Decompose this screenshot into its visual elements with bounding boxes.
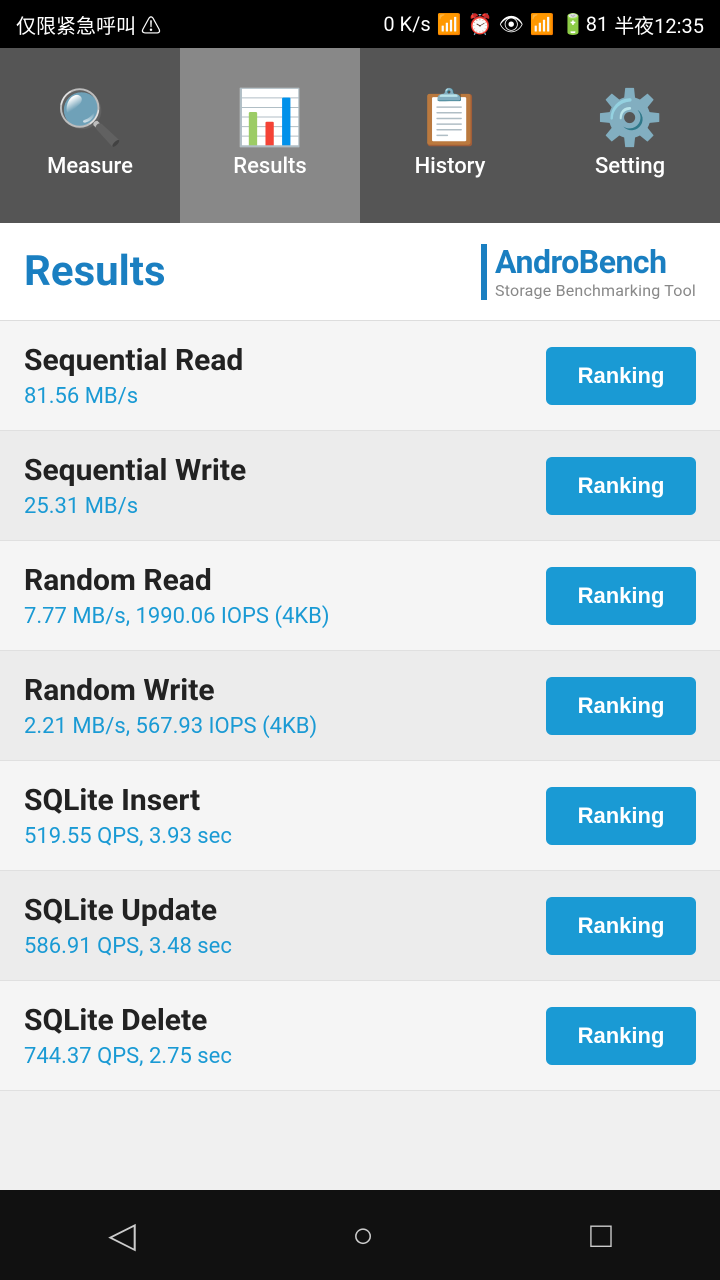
tab-measure[interactable]: 🔍 Measure [0, 48, 180, 223]
bench-info: SQLite Delete 744.37 QPS, 2.75 sec [24, 1003, 232, 1069]
bench-value: 744.37 QPS, 2.75 sec [24, 1044, 232, 1069]
brand-area: AndroBench Storage Benchmarking Tool [481, 243, 696, 300]
wifi-icon: 📶 [530, 12, 555, 36]
signal-icon: 📶 [437, 12, 462, 36]
bench-name: Random Read [24, 563, 330, 598]
results-icon: 📊 [236, 92, 303, 146]
content-area: Results AndroBench Storage Benchmarking … [0, 223, 720, 1190]
bench-value: 81.56 MB/s [24, 384, 243, 409]
ranking-button[interactable]: Ranking [546, 897, 696, 955]
table-row: SQLite Update 586.91 QPS, 3.48 sec Ranki… [0, 871, 720, 981]
bench-name: SQLite Insert [24, 783, 232, 818]
bench-name: SQLite Update [24, 893, 232, 928]
status-left: 仅限紧急呼叫 ⚠ [16, 10, 161, 39]
ranking-button[interactable]: Ranking [546, 1007, 696, 1065]
results-title: Results [24, 247, 166, 296]
table-row: Random Read 7.77 MB/s, 1990.06 IOPS (4KB… [0, 541, 720, 651]
ranking-button[interactable]: Ranking [546, 787, 696, 845]
ranking-button[interactable]: Ranking [546, 347, 696, 405]
brand-bench: Bench [579, 243, 667, 281]
brand-andro: Andro [495, 243, 579, 281]
table-row: Sequential Write 25.31 MB/s Ranking [0, 431, 720, 541]
battery-icon: 🔋81 [561, 12, 608, 36]
brand-accent-bar [481, 244, 487, 300]
table-row: SQLite Insert 519.55 QPS, 3.93 sec Ranki… [0, 761, 720, 871]
bench-value: 7.77 MB/s, 1990.06 IOPS (4KB) [24, 604, 330, 629]
tab-setting-label: Setting [595, 154, 665, 179]
ranking-button[interactable]: Ranking [546, 677, 696, 735]
results-header: Results AndroBench Storage Benchmarking … [0, 223, 720, 321]
eye-icon: 👁 [499, 12, 524, 36]
bench-value: 2.21 MB/s, 567.93 IOPS (4KB) [24, 714, 317, 739]
table-row: Random Write 2.21 MB/s, 567.93 IOPS (4KB… [0, 651, 720, 761]
alarm-icon: ⏰ [468, 12, 493, 36]
back-button[interactable]: ◁ [78, 1204, 166, 1266]
bench-info: Random Read 7.77 MB/s, 1990.06 IOPS (4KB… [24, 563, 330, 629]
bench-info: Sequential Write 25.31 MB/s [24, 453, 246, 519]
tab-bar: 🔍 Measure 📊 Results 📋 History ⚙️ Setting [0, 48, 720, 223]
measure-icon: 🔍 [56, 92, 123, 146]
brand-text: AndroBench Storage Benchmarking Tool [495, 243, 696, 300]
bench-value: 519.55 QPS, 3.93 sec [24, 824, 232, 849]
table-row: Sequential Read 81.56 MB/s Ranking [0, 321, 720, 431]
setting-icon: ⚙️ [596, 92, 663, 146]
tab-results[interactable]: 📊 Results [180, 48, 360, 223]
time: 半夜12:35 [614, 10, 704, 39]
tab-history[interactable]: 📋 History [360, 48, 540, 223]
tab-results-label: Results [233, 154, 306, 179]
bench-info: Random Write 2.21 MB/s, 567.93 IOPS (4KB… [24, 673, 317, 739]
recent-button[interactable]: □ [560, 1204, 642, 1266]
bench-value: 586.91 QPS, 3.48 sec [24, 934, 232, 959]
network-speed: 0 K/s [383, 12, 430, 36]
table-row: SQLite Delete 744.37 QPS, 2.75 sec Ranki… [0, 981, 720, 1091]
ranking-button[interactable]: Ranking [546, 567, 696, 625]
bench-name: Sequential Write [24, 453, 246, 488]
bench-info: SQLite Update 586.91 QPS, 3.48 sec [24, 893, 232, 959]
benchmark-list: Sequential Read 81.56 MB/s Ranking Seque… [0, 321, 720, 1190]
bench-info: Sequential Read 81.56 MB/s [24, 343, 243, 409]
home-button[interactable]: ○ [322, 1204, 404, 1266]
brand-name: AndroBench [495, 243, 666, 281]
tab-setting[interactable]: ⚙️ Setting [540, 48, 720, 223]
bottom-nav: ◁ ○ □ [0, 1190, 720, 1280]
tab-measure-label: Measure [47, 154, 133, 179]
brand-subtitle: Storage Benchmarking Tool [495, 281, 696, 300]
tab-history-label: History [415, 154, 486, 179]
bench-value: 25.31 MB/s [24, 494, 246, 519]
bench-name: Sequential Read [24, 343, 243, 378]
status-right: 0 K/s 📶 ⏰ 👁 📶 🔋81 半夜12:35 [383, 10, 704, 39]
history-icon: 📋 [416, 92, 483, 146]
bench-name: SQLite Delete [24, 1003, 232, 1038]
bench-name: Random Write [24, 673, 317, 708]
status-bar: 仅限紧急呼叫 ⚠ 0 K/s 📶 ⏰ 👁 📶 🔋81 半夜12:35 [0, 0, 720, 48]
bench-info: SQLite Insert 519.55 QPS, 3.93 sec [24, 783, 232, 849]
ranking-button[interactable]: Ranking [546, 457, 696, 515]
